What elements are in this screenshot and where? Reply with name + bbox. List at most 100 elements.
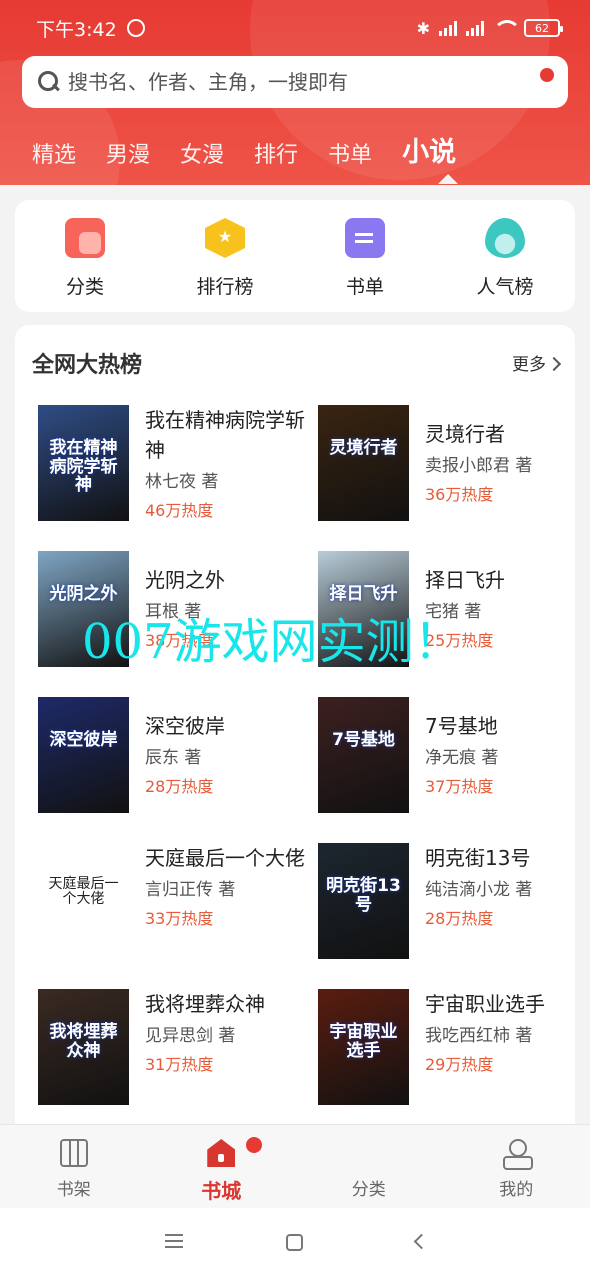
wifi-icon bbox=[493, 20, 521, 36]
signal-hd-icon bbox=[439, 20, 457, 36]
notification-dot[interactable] bbox=[540, 68, 554, 82]
booklist-icon bbox=[345, 218, 385, 258]
book-cover-title: 宇宙职业选手 bbox=[329, 1022, 398, 1061]
book-cover[interactable]: 宇宙职业选手 bbox=[318, 989, 409, 1105]
search-icon bbox=[38, 71, 60, 93]
book-item[interactable]: 天庭最后一个大佬 天庭最后一个大佬 言归正传 著 33万热度 bbox=[38, 843, 308, 959]
book-item[interactable]: 明克街13号 明克街13号 纯洁滴小龙 著 28万热度 bbox=[318, 843, 588, 959]
book-cover-title: 天庭最后一个大佬 bbox=[48, 876, 119, 908]
book-info: 明克街13号 纯洁滴小龙 著 28万热度 bbox=[425, 843, 590, 931]
book-item[interactable]: 灵境行者 灵境行者 卖报小郎君 著 36万热度 bbox=[318, 405, 588, 521]
nav-category[interactable]: 分类 bbox=[295, 1125, 443, 1208]
book-heat: 33万热度 bbox=[145, 909, 214, 928]
book-title[interactable]: 7号基地 bbox=[425, 711, 590, 741]
bottom-nav: 书架 书城 分类 我的 bbox=[0, 1124, 590, 1208]
book-item[interactable]: 我将埋葬众神 我将埋葬众神 见异思剑 著 31万热度 bbox=[38, 989, 308, 1105]
book-cover[interactable]: 我将埋葬众神 bbox=[38, 989, 129, 1105]
system-nav-bar bbox=[0, 1208, 590, 1278]
book-author: 辰东 著 bbox=[145, 748, 202, 768]
book-cover-title: 灵境行者 bbox=[329, 438, 398, 458]
tab-booklist[interactable]: 书单 bbox=[328, 137, 372, 169]
book-cover-title: 深空彼岸 bbox=[49, 730, 118, 750]
book-cover[interactable]: 天庭最后一个大佬 bbox=[38, 843, 129, 959]
book-author: 见异思剑 著 bbox=[145, 1026, 236, 1046]
book-info: 光阴之外 耳根 著 38万热度 bbox=[145, 565, 310, 653]
book-cover[interactable]: 光阴之外 bbox=[38, 551, 129, 667]
quick-link-label: 人气榜 bbox=[476, 276, 534, 298]
tab-ranking[interactable]: 排行 bbox=[254, 137, 298, 169]
book-info: 天庭最后一个大佬 言归正传 著 33万热度 bbox=[145, 843, 310, 931]
book-item[interactable]: 择日飞升 择日飞升 宅猪 著 25万热度 bbox=[318, 551, 588, 667]
book-title[interactable]: 我将埋葬众神 bbox=[145, 989, 310, 1019]
book-cover[interactable]: 明克街13号 bbox=[318, 843, 409, 959]
book-author: 净无痕 著 bbox=[425, 748, 499, 768]
book-info: 我将埋葬众神见异思剑 著 31万热度 bbox=[145, 989, 310, 1077]
book-item[interactable]: 我在精神病院学斩神 我在精神病院学斩神林七夜 著 46万热度 bbox=[38, 405, 308, 521]
book-cover-title: 我将埋葬众神 bbox=[49, 1022, 118, 1061]
book-info: 深空彼岸 辰东 著 28万热度 bbox=[145, 711, 310, 799]
book-item[interactable]: 宇宙职业选手 宇宙职业选手 我吃西红柿 著 29万热度 bbox=[318, 989, 588, 1105]
ranking-badge-icon bbox=[205, 218, 245, 258]
bookstore-home-icon bbox=[207, 1139, 236, 1167]
nav-label: 书城 bbox=[201, 1179, 242, 1203]
quick-link-label: 分类 bbox=[65, 276, 104, 298]
search-bar[interactable] bbox=[22, 56, 568, 108]
quick-link-ranking[interactable]: 排行榜 bbox=[155, 200, 295, 312]
nav-badge-dot bbox=[246, 1137, 262, 1153]
active-tab-indicator bbox=[438, 174, 458, 184]
book-item[interactable]: 深空彼岸 深空彼岸 辰东 著 28万热度 bbox=[38, 697, 308, 813]
tab-featured[interactable]: 精选 bbox=[32, 137, 76, 169]
search-input[interactable] bbox=[68, 70, 508, 94]
book-heat: 31万热度 bbox=[145, 1055, 214, 1074]
status-time: 下午3:42 bbox=[36, 18, 117, 41]
nav-label: 我的 bbox=[499, 1180, 534, 1200]
quick-link-booklist[interactable]: 书单 bbox=[295, 200, 435, 312]
book-title[interactable]: 明克街13号 bbox=[425, 843, 590, 873]
menu-icon[interactable] bbox=[165, 1234, 183, 1236]
book-heat: 46万热度 bbox=[145, 501, 214, 520]
nav-label: 分类 bbox=[351, 1180, 386, 1200]
popularity-flame-icon bbox=[485, 218, 525, 258]
quick-link-category[interactable]: 分类 bbox=[15, 200, 155, 312]
quick-link-popularity[interactable]: 人气榜 bbox=[435, 200, 575, 312]
home-icon[interactable] bbox=[286, 1234, 303, 1251]
book-cover[interactable]: 我在精神病院学斩神 bbox=[38, 405, 129, 521]
tab-female-comics[interactable]: 女漫 bbox=[180, 137, 224, 169]
book-author: 我吃西红柿 著 bbox=[425, 1026, 533, 1046]
book-heat: 37万热度 bbox=[425, 777, 494, 796]
nav-bookstore[interactable]: 书城 bbox=[148, 1125, 296, 1208]
nav-label: 书架 bbox=[56, 1180, 91, 1200]
battery-level: 62 bbox=[535, 21, 549, 35]
hot-list-section: 全网大热榜 更多 我在精神病院学斩神 我在精神病院学斩神 林七夜 著 46万热度 灵境行… bbox=[15, 325, 575, 1125]
book-title[interactable]: 天庭最后一个大佬 bbox=[145, 843, 310, 873]
header: 下午3:42 ✱ 62 精选 男漫 女漫 排行 书单 小说 bbox=[0, 0, 590, 185]
nav-profile[interactable]: 我的 bbox=[443, 1125, 590, 1208]
book-title[interactable]: 择日飞升 bbox=[425, 565, 590, 595]
book-title[interactable]: 我在精神病院学斩神 bbox=[145, 405, 310, 465]
book-cover[interactable]: 择日飞升 bbox=[318, 551, 409, 667]
book-info: 我在精神病院学斩神林七夜 著 46万热度 bbox=[145, 405, 310, 523]
quick-link-label: 排行榜 bbox=[196, 276, 254, 298]
book-author: 耳根 著 bbox=[145, 602, 202, 622]
more-link[interactable]: 更多 bbox=[512, 350, 559, 375]
book-cover[interactable]: 7号基地 bbox=[318, 697, 409, 813]
book-title[interactable]: 光阴之外 bbox=[145, 565, 310, 595]
book-title[interactable]: 宇宙职业选手 bbox=[425, 989, 590, 1019]
book-info: 灵境行者 卖报小郎君 著 36万热度 bbox=[425, 419, 590, 507]
nav-bookshelf[interactable]: 书架 bbox=[0, 1125, 148, 1208]
book-title[interactable]: 深空彼岸 bbox=[145, 711, 310, 741]
back-icon[interactable] bbox=[413, 1233, 430, 1250]
book-cover[interactable]: 深空彼岸 bbox=[38, 697, 129, 813]
book-title[interactable]: 灵境行者 bbox=[425, 419, 590, 449]
book-cover-title: 明克街13号 bbox=[326, 876, 401, 915]
book-item[interactable]: 7号基地 7号基地 净无痕 著 37万热度 bbox=[318, 697, 588, 813]
book-item[interactable]: 光阴之外 光阴之外 耳根 著 38万热度 bbox=[38, 551, 308, 667]
book-cover[interactable]: 灵境行者 bbox=[318, 405, 409, 521]
tab-male-comics[interactable]: 男漫 bbox=[106, 137, 150, 169]
quick-links: 分类 排行榜 书单 人气榜 bbox=[15, 200, 575, 312]
book-author: 林七夜 著 bbox=[145, 472, 219, 492]
book-cover-title: 光阴之外 bbox=[49, 584, 118, 604]
tab-novel[interactable]: 小说 bbox=[402, 130, 456, 169]
book-cover-title: 我在精神病院学斩神 bbox=[49, 438, 118, 496]
alarm-icon bbox=[126, 19, 145, 37]
